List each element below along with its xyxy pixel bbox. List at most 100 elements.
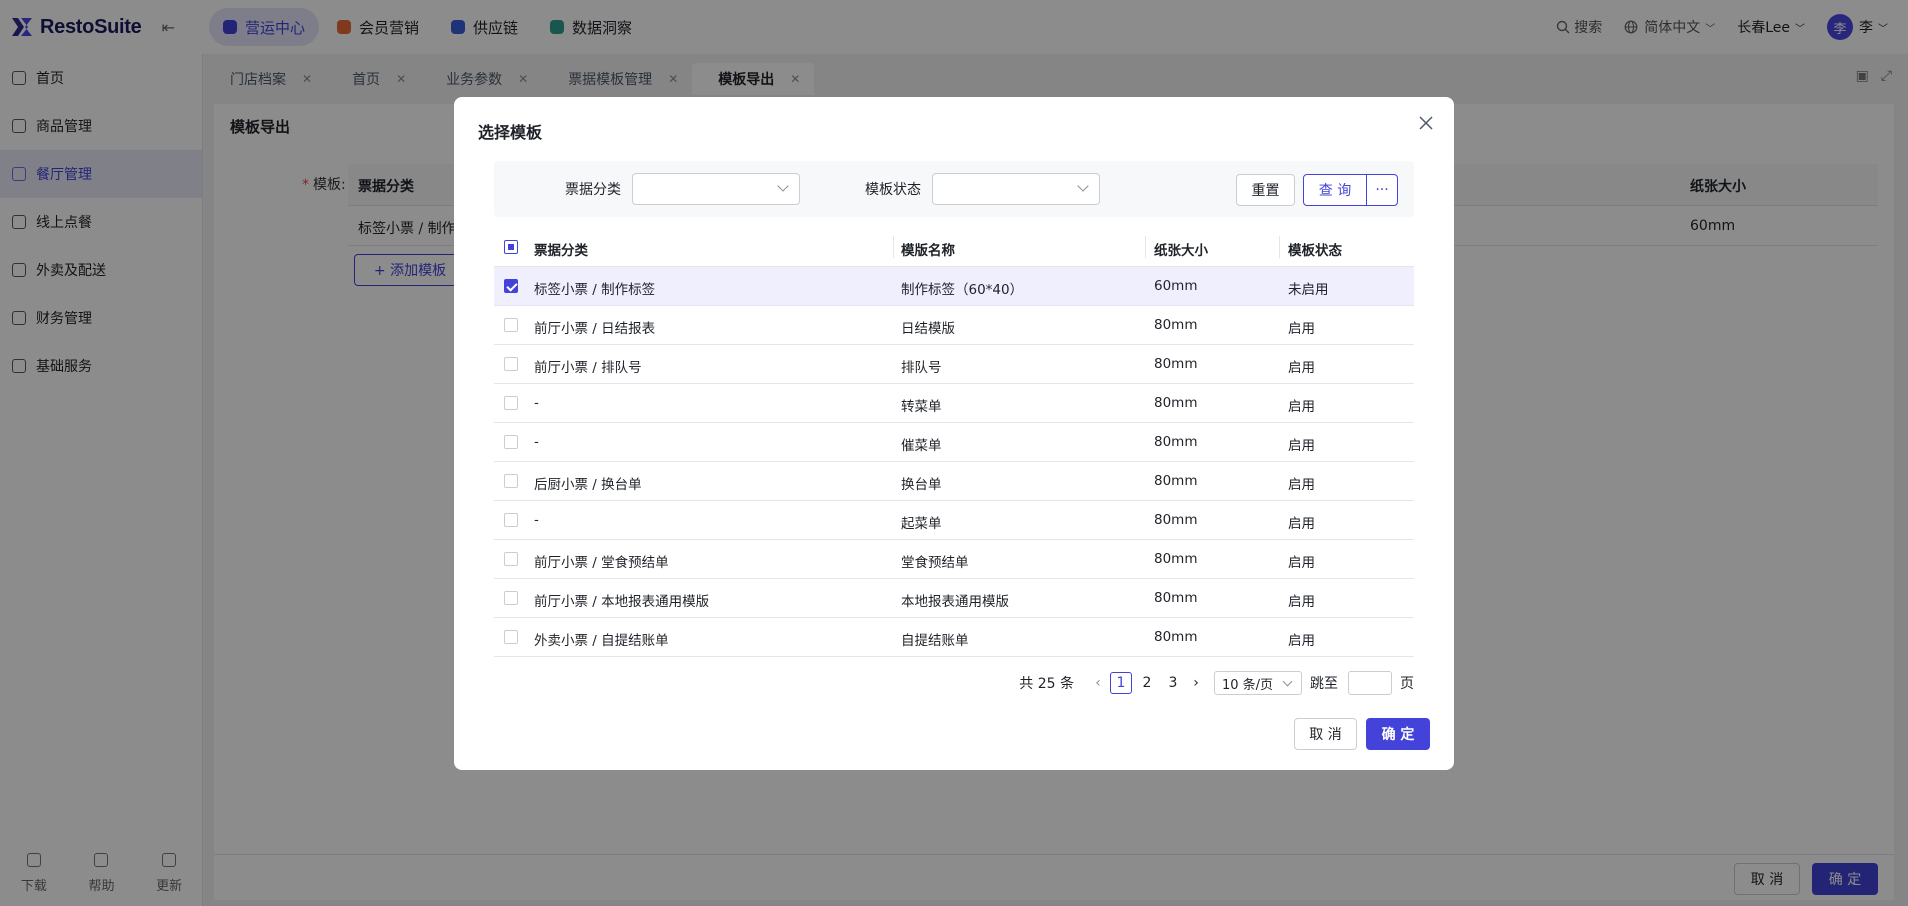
cell-category: 后厨小票 / 换台单 (534, 477, 642, 493)
cell-template-name: 催菜单 (901, 438, 942, 454)
cell-category: 前厅小票 / 堂食预结单 (534, 555, 669, 571)
row-checkbox[interactable] (504, 279, 518, 293)
checkbox-icon (504, 474, 518, 488)
cell-paper-size: 80mm (1154, 551, 1198, 567)
filter-panel: 票据分类 模板状态 重置 查 询 ··· (494, 161, 1414, 217)
cell-category: 前厅小票 / 本地报表通用模版 (534, 594, 710, 610)
row-checkbox[interactable] (504, 435, 518, 449)
page-size-select[interactable]: 10 条/页 (1214, 671, 1302, 695)
cell-status: 启用 (1288, 594, 1315, 610)
page-unit-label: 页 (1400, 676, 1414, 692)
goto-page-input[interactable] (1348, 671, 1392, 695)
table-row[interactable]: 标签小票 / 制作标签 制作标签（60*40） 60mm 未启用 (494, 267, 1414, 306)
cell-category: - (534, 512, 539, 528)
table-row[interactable]: - 转菜单 80mm 启用 (494, 384, 1414, 423)
checkbox-icon (504, 435, 518, 449)
status-filter-label: 模板状态 (865, 182, 921, 198)
cell-category: 外卖小票 / 自提结账单 (534, 633, 669, 649)
category-filter-select[interactable] (632, 173, 800, 205)
table-row[interactable]: 后厨小票 / 换台单 换台单 80mm 启用 (494, 462, 1414, 501)
checkbox-icon (504, 357, 518, 371)
cell-status: 启用 (1288, 555, 1315, 571)
select-template-modal: 选择模板 票据分类 模板状态 重置 查 询 ··· 票据分类 模版名称 纸张大小… (454, 97, 1454, 770)
row-checkbox[interactable] (504, 357, 518, 371)
cell-category: 前厅小票 / 排队号 (534, 360, 642, 376)
checkbox-indeterminate-icon (504, 240, 518, 254)
row-checkbox[interactable] (504, 513, 518, 527)
row-checkbox[interactable] (504, 318, 518, 332)
cell-status: 启用 (1288, 438, 1315, 454)
select-all-checkbox[interactable] (504, 240, 518, 254)
column-divider (893, 236, 894, 258)
cell-status: 启用 (1288, 360, 1315, 376)
total-count: 共 25 条 (1019, 676, 1074, 692)
cell-status: 启用 (1288, 399, 1315, 415)
row-checkbox[interactable] (504, 396, 518, 410)
table-row[interactable]: 前厅小票 / 日结报表 日结模版 80mm 启用 (494, 306, 1414, 345)
cell-paper-size: 80mm (1154, 590, 1198, 606)
checkbox-icon (504, 591, 518, 605)
checkbox-icon (504, 318, 518, 332)
chevron-down-icon (777, 180, 789, 192)
chevron-down-icon (1077, 180, 1089, 192)
table-header-row: 票据分类 模版名称 纸张大小 模板状态 (494, 228, 1414, 267)
cell-paper-size: 80mm (1154, 473, 1198, 489)
reset-button[interactable]: 重置 (1236, 174, 1295, 206)
cell-paper-size: 80mm (1154, 317, 1198, 333)
cell-template-name: 堂食预结单 (901, 555, 969, 571)
cell-template-name: 转菜单 (901, 399, 942, 415)
column-divider (1145, 236, 1146, 258)
goto-label: 跳至 (1310, 676, 1338, 692)
table-row[interactable]: - 催菜单 80mm 启用 (494, 423, 1414, 462)
table-row[interactable]: 前厅小票 / 排队号 排队号 80mm 启用 (494, 345, 1414, 384)
page-number[interactable]: 2 (1136, 672, 1158, 694)
column-divider (1279, 236, 1280, 258)
table-row[interactable]: 前厅小票 / 本地报表通用模版 本地报表通用模版 80mm 启用 (494, 579, 1414, 618)
next-page-icon[interactable]: › (1186, 675, 1206, 691)
cell-paper-size: 80mm (1154, 512, 1198, 528)
page-number[interactable]: 1 (1110, 672, 1132, 694)
checkbox-icon (504, 552, 518, 566)
row-checkbox[interactable] (504, 474, 518, 488)
prev-page-icon[interactable]: ‹ (1088, 675, 1108, 691)
cell-status: 启用 (1288, 633, 1315, 649)
row-checkbox[interactable] (504, 552, 518, 566)
cell-template-name: 起菜单 (901, 516, 942, 532)
cell-category: 前厅小票 / 日结报表 (534, 321, 656, 337)
table-row[interactable]: 外卖小票 / 自提结账单 自提结账单 80mm 启用 (494, 618, 1414, 657)
checkbox-checked-icon (504, 279, 518, 293)
column-header-category: 票据分类 (534, 243, 588, 259)
row-checkbox[interactable] (504, 630, 518, 644)
cell-paper-size: 80mm (1154, 395, 1198, 411)
pagination: 共 25 条 ‹ 123 › 10 条/页 跳至 页 (1019, 671, 1414, 695)
page-number[interactable]: 3 (1162, 672, 1184, 694)
cell-paper-size: 80mm (1154, 356, 1198, 372)
table-row[interactable]: - 起菜单 80mm 启用 (494, 501, 1414, 540)
cell-paper-size: 60mm (1154, 278, 1198, 294)
cell-status: 未启用 (1288, 282, 1329, 298)
modal-title: 选择模板 (478, 123, 543, 142)
cell-template-name: 自提结账单 (901, 633, 969, 649)
cell-paper-size: 80mm (1154, 434, 1198, 450)
cell-category: - (534, 434, 539, 450)
table-row[interactable]: 前厅小票 / 堂食预结单 堂食预结单 80mm 启用 (494, 540, 1414, 579)
cell-template-name: 日结模版 (901, 321, 955, 337)
cell-category: 标签小票 / 制作标签 (534, 282, 656, 298)
category-filter-label: 票据分类 (565, 182, 621, 198)
modal-confirm-button[interactable]: 确 定 (1366, 718, 1430, 750)
cell-status: 启用 (1288, 321, 1315, 337)
row-checkbox[interactable] (504, 591, 518, 605)
checkbox-icon (504, 513, 518, 527)
cell-paper-size: 80mm (1154, 629, 1198, 645)
cell-template-name: 排队号 (901, 360, 942, 376)
cell-template-name: 本地报表通用模版 (901, 594, 1009, 610)
status-filter-select[interactable] (932, 173, 1100, 205)
cell-template-name: 换台单 (901, 477, 942, 493)
modal-cancel-button[interactable]: 取 消 (1294, 718, 1357, 750)
column-header-name: 模版名称 (901, 243, 955, 259)
query-button[interactable]: 查 询 (1303, 174, 1367, 206)
template-table: 票据分类 模版名称 纸张大小 模板状态 标签小票 / 制作标签 制作标签（60*4… (494, 228, 1414, 657)
more-filters-button[interactable]: ··· (1366, 174, 1398, 206)
cell-category: - (534, 395, 539, 411)
close-icon[interactable] (1416, 113, 1436, 133)
